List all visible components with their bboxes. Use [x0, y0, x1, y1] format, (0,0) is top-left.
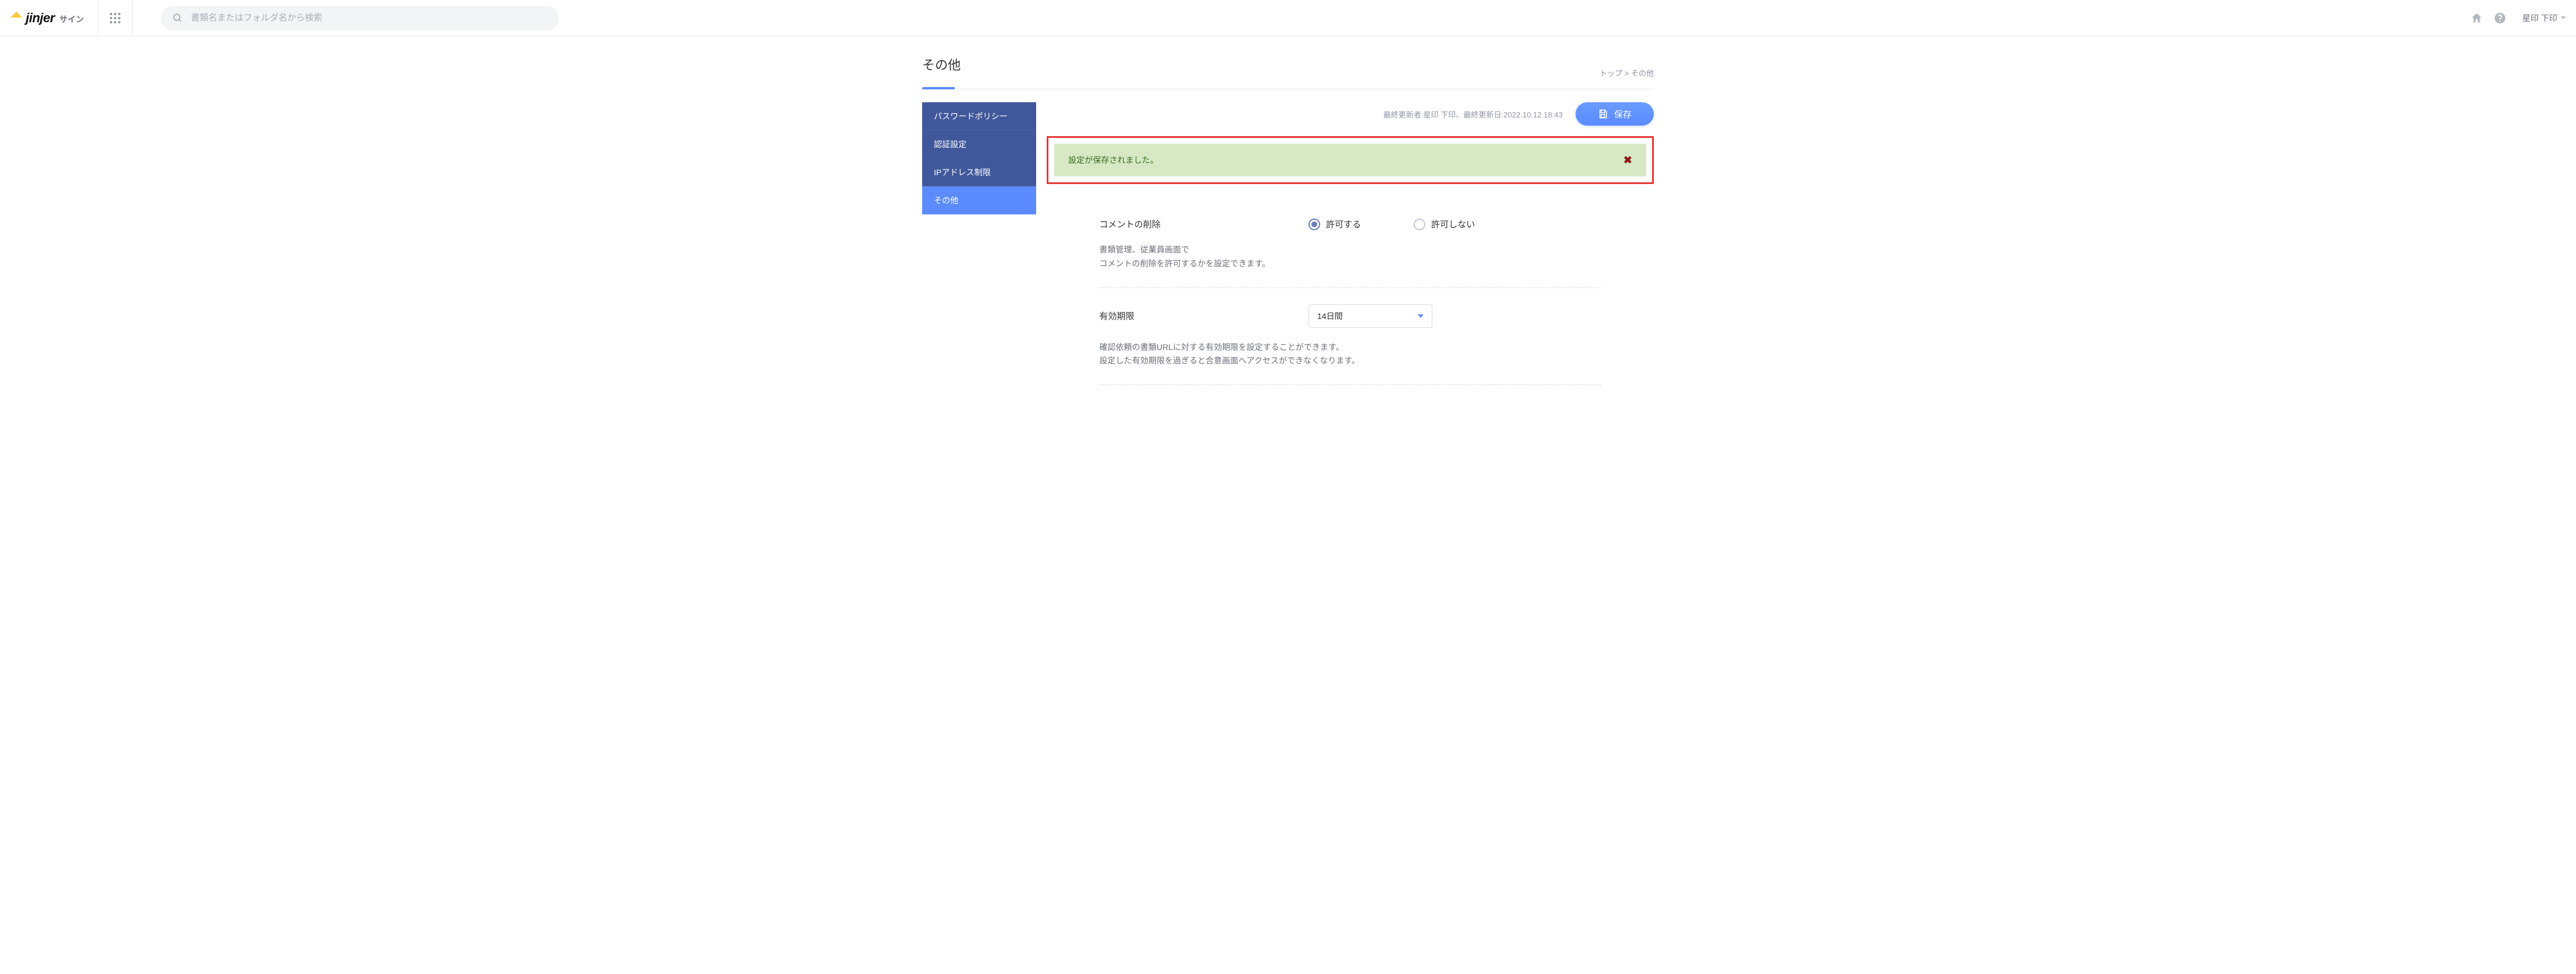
user-menu[interactable]: 星印 下印 [2522, 12, 2565, 24]
radio-label: 許可する [1326, 218, 1361, 230]
breadcrumb: トップ > その他 [1599, 67, 1654, 81]
search-icon [172, 13, 183, 23]
help-icon[interactable] [2493, 11, 2507, 25]
alert-highlight: 設定が保存されました。 ✖ [1047, 136, 1654, 184]
alert-close-button[interactable]: ✖ [1623, 155, 1632, 165]
search-wrap [161, 6, 559, 30]
expiry-select[interactable]: 14日間 [1308, 304, 1432, 328]
radio-circle-icon [1414, 219, 1425, 230]
logo-icon [11, 14, 23, 22]
action-row: 最終更新者:星印 下印、最終更新日:2022.10.12 18:43 保存 [1047, 102, 1654, 126]
page-title-wrap: その他 [922, 55, 961, 81]
desc-line: コメントの削除を許可するかを設定できます。 [1099, 257, 1601, 271]
user-name: 星印 下印 [2522, 12, 2557, 24]
apps-grid-icon [110, 13, 120, 23]
sidebar-item-label: 認証設定 [934, 138, 967, 150]
setting-label: コメントの削除 [1099, 218, 1308, 230]
last-updated-text: 最終更新者:星印 下印、最終更新日:2022.10.12 18:43 [1383, 109, 1563, 120]
breadcrumb-separator: > [1625, 69, 1629, 78]
select-value: 14日間 [1317, 310, 1343, 322]
app-logo[interactable]: jinjer サイン [11, 11, 84, 26]
radio-deny[interactable]: 許可しない [1414, 218, 1475, 230]
desc-line: 書類管理、従業員画面で [1099, 243, 1601, 257]
breadcrumb-current: その他 [1631, 69, 1654, 78]
sidebar-item-other[interactable]: その他 [922, 186, 1036, 214]
chevron-down-icon [1418, 314, 1424, 318]
setting-description: 書類管理、従業員画面で コメントの削除を許可するかを設定できます。 [1099, 243, 1601, 271]
radio-circle-icon [1308, 219, 1320, 230]
app-header: jinjer サイン 星印 下印 [0, 0, 2576, 36]
radio-label: 許可しない [1431, 218, 1475, 230]
logo-subtext: サイン [60, 13, 84, 25]
search-bar[interactable] [161, 6, 559, 30]
page-title-underline [922, 87, 955, 89]
logo-region: jinjer サイン [11, 0, 99, 36]
page-title: その他 [922, 55, 961, 81]
main: 最終更新者:星印 下印、最終更新日:2022.10.12 18:43 保存 設定… [1047, 102, 1654, 408]
desc-line: 確認依頼の書類URLに対する有効期限を設定することができます。 [1099, 341, 1601, 355]
settings-sidebar: パスワードポリシー 認証設定 IPアドレス制限 その他 [922, 102, 1036, 214]
setting-comment-delete: コメントの削除 許可する 許可しない [1099, 202, 1601, 288]
sidebar-item-auth-settings[interactable]: 認証設定 [922, 130, 1036, 158]
content: パスワードポリシー 認証設定 IPアドレス制限 その他 最終更新者:星印 下印、… [922, 89, 1654, 408]
save-button-label: 保存 [1614, 108, 1632, 120]
breadcrumb-top-link[interactable]: トップ [1599, 69, 1622, 78]
logo-text: jinjer [26, 11, 55, 26]
page: その他 トップ > その他 パスワードポリシー 認証設定 IPアドレス制限 その… [861, 36, 1715, 408]
search-input[interactable] [191, 13, 548, 23]
radio-allow[interactable]: 許可する [1308, 218, 1361, 230]
setting-row: 有効期限 14日間 [1099, 304, 1601, 328]
page-head: その他 トップ > その他 [922, 36, 1654, 89]
caret-down-icon [2561, 16, 2565, 19]
save-icon [1598, 109, 1608, 119]
sidebar-item-label: パスワードポリシー [934, 110, 1007, 122]
setting-row: コメントの削除 許可する 許可しない [1099, 218, 1601, 230]
setting-expiry: 有効期限 14日間 確認依頼の書類URLに対する有効期限を設定することができます… [1099, 288, 1601, 386]
desc-line: 設定した有効期限を過ぎると合意画面へアクセスができなくなります。 [1099, 354, 1601, 368]
settings-card: コメントの削除 許可する 許可しない [1047, 202, 1654, 408]
sidebar-item-label: その他 [934, 195, 958, 206]
sidebar-item-ip-restriction[interactable]: IPアドレス制限 [922, 158, 1036, 186]
apps-launcher-button[interactable] [99, 0, 133, 36]
radio-group-comment-delete: 許可する 許可しない [1308, 218, 1475, 230]
setting-label: 有効期限 [1099, 310, 1308, 322]
header-icons: 星印 下印 [2470, 11, 2565, 25]
alert-message: 設定が保存されました。 [1068, 154, 1158, 166]
home-icon[interactable] [2470, 11, 2484, 25]
sidebar-item-password-policy[interactable]: パスワードポリシー [922, 102, 1036, 130]
success-alert: 設定が保存されました。 ✖ [1054, 144, 1646, 176]
sidebar-item-label: IPアドレス制限 [934, 167, 991, 178]
save-button[interactable]: 保存 [1576, 102, 1654, 126]
setting-description: 確認依頼の書類URLに対する有効期限を設定することができます。 設定した有効期限… [1099, 341, 1601, 369]
